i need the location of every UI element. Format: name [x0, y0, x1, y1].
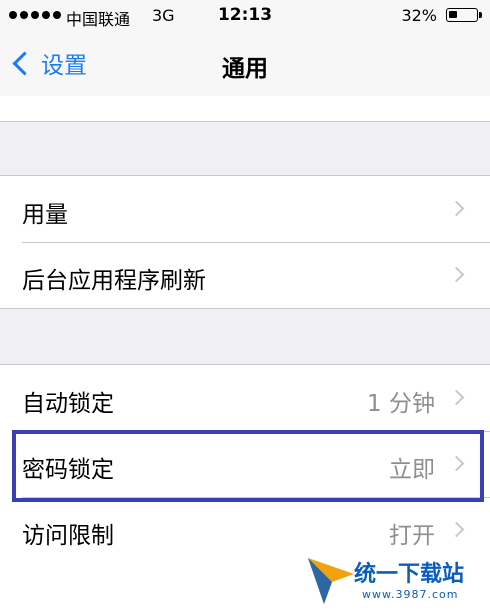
chevron-right-icon: [448, 521, 465, 538]
battery-icon: [446, 8, 478, 22]
watermark-text: 统一下载站: [354, 562, 465, 587]
row-value: 立即: [389, 457, 435, 483]
row-label: 访问限制: [22, 523, 114, 549]
row-value: 1 分钟: [367, 391, 435, 417]
settings-row-background-refresh[interactable]: 后台应用程序刷新: [0, 242, 490, 308]
watermark-logo: 统一下载站 www.3987.com: [306, 552, 490, 612]
settings-row-passcode-lock[interactable]: 密码锁定 立即: [0, 431, 490, 497]
settings-row-usage[interactable]: 用量: [0, 176, 490, 242]
page-title: 通用: [222, 56, 268, 82]
row-label: 后台应用程序刷新: [22, 268, 206, 294]
watermark-url: www.3987.com: [362, 588, 459, 601]
chevron-right-icon: [448, 455, 465, 472]
partially-visible-row[interactable]: [0, 96, 490, 122]
battery-tip: [479, 12, 482, 18]
row-label: 自动锁定: [22, 391, 114, 417]
chevron-right-icon: [448, 266, 465, 283]
battery-fill: [449, 11, 457, 18]
chevron-right-icon: [448, 200, 465, 217]
watermark-arrow-icon: [308, 558, 354, 604]
navigation-bar: 设置 通用: [0, 32, 490, 96]
chevron-right-icon: [448, 389, 465, 406]
settings-row-auto-lock[interactable]: 自动锁定 1 分钟: [0, 365, 490, 431]
battery-percent: 32%: [401, 6, 437, 25]
row-label: 密码锁定: [22, 457, 114, 483]
status-bar: 中国联通 3G 12:13 32%: [0, 0, 490, 32]
row-value: 打开: [389, 523, 435, 549]
row-label: 用量: [22, 202, 68, 228]
settings-group-1: 用量 后台应用程序刷新: [0, 175, 490, 309]
